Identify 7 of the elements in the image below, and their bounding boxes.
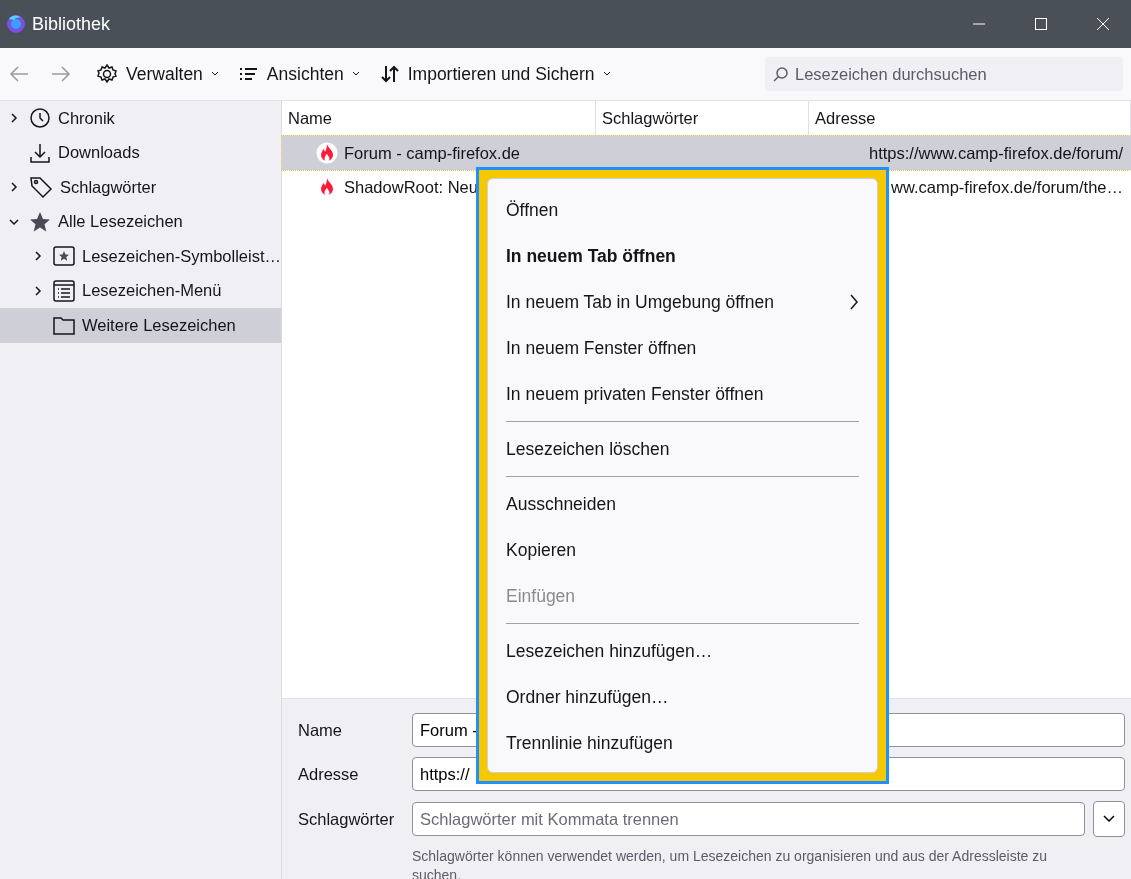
field-label: Name [298,720,343,740]
table-cell: Forum - camp-firefox.de [344,143,521,163]
field-label: Adresse [298,764,360,784]
table-cell: https://www.camp-firefox.de/forum/ [869,143,1123,163]
field-label: Schlagwörter [298,809,396,829]
window-title: Bibliothek [32,13,112,35]
table-cell: ww.camp-firefox.de/forum/the… [891,177,1123,197]
